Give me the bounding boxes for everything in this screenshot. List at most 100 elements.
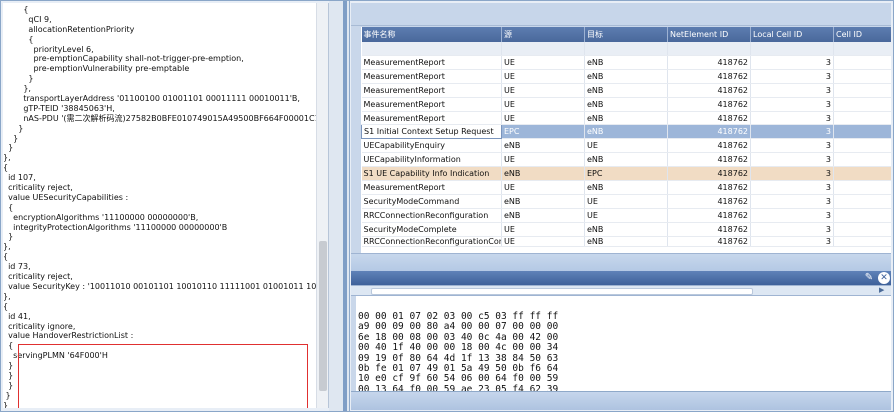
table-cell [833, 97, 891, 112]
table-row[interactable]: MeasurementReport UE eNB 418762 3 [361, 55, 891, 70]
code-line: { [3, 5, 29, 14]
table-cell: eNB [584, 83, 668, 98]
table-cell: UE [501, 152, 585, 168]
code-line: }, [3, 84, 31, 94]
column-header[interactable]: 事件名称 [361, 27, 502, 42]
code-line: { [3, 34, 34, 44]
table-cell: eNB [584, 222, 668, 237]
pane-header-strip [351, 3, 891, 26]
table-cell: eNB [584, 152, 668, 168]
hscrollbar-thumb[interactable] [371, 288, 753, 295]
code-line: criticality reject, [3, 183, 73, 193]
code-line: } [3, 232, 14, 242]
code-line: } [3, 123, 24, 133]
table-cell: UECapabilityEnquiry [361, 138, 502, 154]
table-cell: S1 Initial Context Setup Request [361, 124, 502, 140]
table-row[interactable]: MeasurementReport UE eNB 418762 3 [361, 69, 891, 84]
table-cell: 418762 [667, 194, 751, 209]
table-cell: eNB [501, 208, 585, 223]
vertical-scrollbar[interactable] [316, 3, 328, 408]
table-cell: eNB [584, 180, 668, 195]
table-cell: 3 [750, 208, 834, 223]
pane-splitter[interactable] [329, 1, 350, 411]
table-cell: eNB [584, 236, 668, 247]
table-cell: MeasurementReport [361, 69, 502, 84]
table-cell: 418762 [667, 138, 751, 154]
table-cell: 3 [750, 55, 834, 70]
signaling-pane: 事件名称源目标 NetElement ID Local Cell ID Cell ID… [351, 3, 891, 410]
scrollbar-thumb[interactable] [319, 241, 327, 391]
column-header[interactable]: Local Cell ID [750, 27, 834, 42]
code-line: { [3, 252, 9, 262]
table-row[interactable]: MeasurementReport UE eNB 418762 3 [361, 97, 891, 112]
table-cell [833, 222, 891, 237]
table-cell: MeasurementReport [361, 83, 502, 98]
table-cell: eNB [501, 194, 585, 209]
table-row[interactable]: RRCConnectionReconfiguration eNB UE 418762 3 [361, 208, 891, 223]
code-line: value HandoverRestrictionList : [3, 331, 134, 341]
table-row[interactable]: S1 UE Capability Info Indication eNB EPC 41… [361, 166, 891, 182]
table-row[interactable]: MeasurementReport UE eNB 418762 3 [361, 111, 891, 126]
table-cell: 3 [750, 180, 834, 195]
code-line: qCI 9, [3, 14, 52, 24]
table-cell [833, 152, 891, 168]
code-line: { [3, 163, 9, 173]
table-cell: 3 [750, 124, 834, 140]
code-line: priorityLevel 6, [3, 44, 94, 54]
table-row[interactable]: UECapabilityInformation UE eNB 418762 3 [361, 152, 891, 168]
code-line: encryptionAlgorithms '11100000 00000000'… [3, 212, 199, 222]
table-cell: 418762 [667, 180, 751, 195]
table-cell: UE [501, 180, 585, 195]
table-cell: eNB [584, 97, 668, 112]
table-cell: 418762 [667, 236, 751, 247]
table-cell: 418762 [667, 124, 751, 140]
table-cell [833, 55, 891, 70]
table-cell [833, 194, 891, 209]
table-cell: 3 [750, 236, 834, 247]
table-cell: eNB [501, 166, 585, 182]
table-cell: 418762 [667, 55, 751, 70]
hex-toolbar: ✎ ✕ [351, 271, 891, 285]
table-cell [833, 236, 891, 247]
table-row[interactable]: SecurityModeComplete UE eNB 418762 3 [361, 222, 891, 237]
table-cell: eNB [501, 138, 585, 154]
table-cell: SecurityModeComplete [361, 222, 502, 237]
code-line: id 41, [3, 311, 31, 321]
column-header[interactable]: Cell ID [833, 27, 891, 42]
table-row[interactable]: UECapabilityEnquiry eNB UE 418762 3 [361, 138, 891, 154]
column-header[interactable]: 源 [501, 27, 585, 42]
table-cell: eNB [584, 69, 668, 84]
table-cell: UE [584, 138, 668, 154]
pencil-icon[interactable]: ✎ [863, 272, 875, 284]
column-header[interactable]: 目标 [584, 27, 668, 42]
code-line: transportLayerAddress '01100100 01001101… [3, 94, 300, 104]
table-row[interactable]: RRCConnectionReconfigurationCompl UE eNB 41… [361, 236, 891, 247]
table-row[interactable]: MeasurementReport UE eNB 418762 3 [361, 180, 891, 195]
table-cell: UE [584, 208, 668, 223]
table-cell: SecurityModeCommand [361, 194, 502, 209]
grid-filter-row [361, 42, 891, 56]
code-line: { [3, 202, 14, 212]
table-cell: 418762 [667, 97, 751, 112]
scroll-right-arrow-icon[interactable]: ▶ [879, 286, 884, 295]
table-row[interactable]: SecurityModeCommand eNB UE 418762 3 [361, 194, 891, 209]
table-cell: S1 UE Capability Info Indication [361, 166, 502, 182]
table-cell: 418762 [667, 222, 751, 237]
table-cell: UE [501, 55, 585, 70]
table-cell: UE [501, 69, 585, 84]
code-line: criticality ignore, [3, 321, 76, 331]
table-cell [833, 180, 891, 195]
table-cell: 3 [750, 194, 834, 209]
splitter-bar[interactable] [343, 1, 347, 411]
table-cell: 3 [750, 166, 834, 182]
table-row[interactable]: S1 Initial Context Setup Request EPC eNB 41… [361, 124, 891, 140]
code-line: { [3, 301, 9, 311]
code-line: pre-emptionCapability shall-not-trigger-… [3, 54, 244, 64]
close-icon[interactable]: ✕ [878, 272, 890, 284]
table-cell: 3 [750, 138, 834, 154]
code-line: gTP-TEID '38845063'H, [3, 103, 115, 113]
table-cell: MeasurementReport [361, 111, 502, 126]
table-row[interactable]: MeasurementReport UE eNB 418762 3 [361, 83, 891, 98]
column-header[interactable]: NetElement ID [667, 27, 751, 42]
table-cell [833, 69, 891, 84]
